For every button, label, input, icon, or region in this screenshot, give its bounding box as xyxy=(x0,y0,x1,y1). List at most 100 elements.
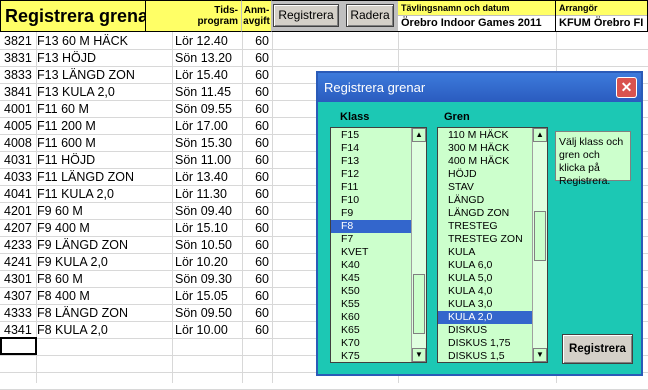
event-time-cell[interactable]: Sön 10.50 xyxy=(175,237,232,254)
gren-list-item[interactable]: DISKUS 1,5 xyxy=(438,350,542,362)
gren-list-item[interactable]: 110 M HÄCK xyxy=(438,129,542,142)
event-time-cell[interactable]: Sön 11.45 xyxy=(175,84,231,101)
event-time-cell[interactable]: Lör 12.40 xyxy=(175,33,228,50)
table-row[interactable]: 4008 F11 600 M Sön 15.30 60 xyxy=(0,135,272,152)
gren-list-item[interactable]: 400 M HÄCK xyxy=(438,155,542,168)
event-id-cell[interactable]: 4307 xyxy=(4,288,32,305)
klass-scroll-thumb[interactable] xyxy=(413,274,425,334)
event-name-cell[interactable]: F8 400 M xyxy=(37,288,90,305)
table-row[interactable]: 4041 F11 KULA 2,0 Lör 11.30 60 xyxy=(0,186,272,203)
scroll-down-icon[interactable]: ▼ xyxy=(533,348,547,362)
event-fee-cell[interactable]: 60 xyxy=(242,135,269,152)
klass-list-item[interactable]: K40 xyxy=(331,259,421,272)
table-row[interactable]: 4233 F9 LÄNGD ZON Sön 10.50 60 xyxy=(0,237,272,254)
gren-list-item[interactable]: STAV xyxy=(438,181,542,194)
gren-list-item[interactable]: KULA 2,0 xyxy=(438,311,542,324)
event-fee-cell[interactable]: 60 xyxy=(242,288,269,305)
sheet-register-button[interactable]: Registrera xyxy=(273,4,339,27)
gren-list-item[interactable]: DISKUS xyxy=(438,324,542,337)
klass-list-item[interactable]: K50 xyxy=(331,285,421,298)
event-id-cell[interactable]: 4031 xyxy=(4,152,32,169)
klass-scrollbar[interactable]: ▲ ▼ xyxy=(411,128,426,362)
event-id-cell[interactable]: 4207 xyxy=(4,220,32,237)
competition-value[interactable]: Örebro Indoor Games 2011 xyxy=(401,16,542,31)
gren-scrollbar[interactable]: ▲ ▼ xyxy=(532,128,547,362)
event-fee-cell[interactable]: 60 xyxy=(242,322,269,339)
event-fee-cell[interactable]: 60 xyxy=(242,237,269,254)
gren-listbox[interactable]: DISKUS 1,5 DISKUS 1,75 DISKUS KULA 2,0 KULA … xyxy=(437,127,548,363)
table-row[interactable]: 4001 F11 60 M Sön 09.55 60 xyxy=(0,101,272,118)
event-name-cell[interactable]: F8 60 M xyxy=(37,271,83,288)
table-row[interactable]: 4201 F9 60 M Sön 09.40 60 xyxy=(0,203,272,220)
klass-list-item[interactable]: K60 xyxy=(331,311,421,324)
event-name-cell[interactable]: F13 KULA 2,0 xyxy=(37,84,115,101)
klass-list-item[interactable]: K70 xyxy=(331,337,421,350)
gren-scroll-thumb[interactable] xyxy=(534,211,546,261)
event-name-cell[interactable]: F9 KULA 2,0 xyxy=(37,254,108,271)
event-id-cell[interactable]: 4233 xyxy=(4,237,32,254)
event-time-cell[interactable]: Lör 17.00 xyxy=(175,118,228,135)
scroll-up-icon[interactable]: ▲ xyxy=(533,128,547,142)
event-time-cell[interactable]: Lör 10.20 xyxy=(175,254,228,271)
table-row[interactable]: 4333 F8 LÄNGD ZON Sön 09.50 60 xyxy=(0,305,272,322)
klass-list-item[interactable]: K45 xyxy=(331,272,421,285)
table-row[interactable]: 4301 F8 60 M Sön 09.30 60 xyxy=(0,271,272,288)
klass-list-item[interactable]: F14 xyxy=(331,142,421,155)
event-fee-cell[interactable]: 60 xyxy=(242,118,269,135)
table-row[interactable]: 4241 F9 KULA 2,0 Lör 10.20 60 xyxy=(0,254,272,271)
table-row[interactable]: 4307 F8 400 M Lör 15.05 60 xyxy=(0,288,272,305)
event-id-cell[interactable]: 4201 xyxy=(4,203,32,220)
event-name-cell[interactable]: F11 HÖJD xyxy=(37,152,95,169)
klass-list-item[interactable]: K75 xyxy=(331,350,421,362)
event-name-cell[interactable]: F13 LÄNGD ZON xyxy=(37,67,135,84)
event-name-cell[interactable]: F8 LÄNGD ZON xyxy=(37,305,128,322)
klass-list-item[interactable]: F9 xyxy=(331,207,421,220)
event-time-cell[interactable]: Sön 09.50 xyxy=(175,305,232,322)
organizer-value[interactable]: KFUM Örebro FI xyxy=(559,16,643,31)
gren-list-item[interactable]: DISKUS 1,75 xyxy=(438,337,542,350)
gren-list-item[interactable]: KULA 5,0 xyxy=(438,272,542,285)
event-time-cell[interactable]: Sön 13.20 xyxy=(175,50,232,67)
gren-list-item[interactable]: KULA 4,0 xyxy=(438,285,542,298)
klass-list-item[interactable]: F10 xyxy=(331,194,421,207)
event-name-cell[interactable]: F11 LÄNGD ZON xyxy=(37,169,134,186)
gren-list-item[interactable]: TRESTEG xyxy=(438,220,542,233)
event-time-cell[interactable]: Sön 15.30 xyxy=(175,135,232,152)
event-fee-cell[interactable]: 60 xyxy=(242,50,269,67)
event-fee-cell[interactable]: 60 xyxy=(242,254,269,271)
dialog-register-button[interactable]: Registrera xyxy=(562,334,633,364)
event-name-cell[interactable]: F8 KULA 2,0 xyxy=(37,322,108,339)
scroll-down-icon[interactable]: ▼ xyxy=(412,348,426,362)
event-fee-cell[interactable]: 60 xyxy=(242,84,269,101)
gren-list-item[interactable]: HÖJD xyxy=(438,168,542,181)
active-cell-cursor[interactable] xyxy=(0,337,37,355)
event-name-cell[interactable]: F11 200 M xyxy=(37,118,96,135)
event-fee-cell[interactable]: 60 xyxy=(242,152,269,169)
klass-list-item[interactable]: KVET xyxy=(331,246,421,259)
klass-list-item[interactable]: F13 xyxy=(331,155,421,168)
close-icon[interactable]: ✕ xyxy=(616,77,637,98)
klass-list-item[interactable]: F11 xyxy=(331,181,421,194)
table-row[interactable]: 4341 F8 KULA 2,0 Lör 10.00 60 xyxy=(0,322,272,339)
event-fee-cell[interactable]: 60 xyxy=(242,220,269,237)
event-time-cell[interactable]: Lör 15.40 xyxy=(175,67,228,84)
event-fee-cell[interactable]: 60 xyxy=(242,186,269,203)
klass-list-item[interactable]: K65 xyxy=(331,324,421,337)
event-fee-cell[interactable]: 60 xyxy=(242,305,269,322)
event-fee-cell[interactable]: 60 xyxy=(242,67,269,84)
event-time-cell[interactable]: Lör 15.05 xyxy=(175,288,228,305)
gren-list-item[interactable]: 300 M HÄCK xyxy=(438,142,542,155)
event-name-cell[interactable]: F11 KULA 2,0 xyxy=(37,186,114,203)
table-row[interactable]: 4033 F11 LÄNGD ZON Lör 13.40 60 xyxy=(0,169,272,186)
event-name-cell[interactable]: F11 60 M xyxy=(37,101,89,118)
event-id-cell[interactable]: 4333 xyxy=(4,305,32,322)
table-row[interactable]: 3833 F13 LÄNGD ZON Lör 15.40 60 xyxy=(0,67,272,84)
event-id-cell[interactable]: 3831 xyxy=(4,50,32,67)
gren-list-item[interactable]: KULA 6,0 xyxy=(438,259,542,272)
event-id-cell[interactable]: 4008 xyxy=(4,135,32,152)
klass-list-item[interactable]: F12 xyxy=(331,168,421,181)
event-time-cell[interactable]: Lör 10.00 xyxy=(175,322,228,339)
event-id-cell[interactable]: 4301 xyxy=(4,271,32,288)
sheet-delete-button[interactable]: Radera xyxy=(346,4,394,27)
event-name-cell[interactable]: F11 600 M xyxy=(37,135,96,152)
